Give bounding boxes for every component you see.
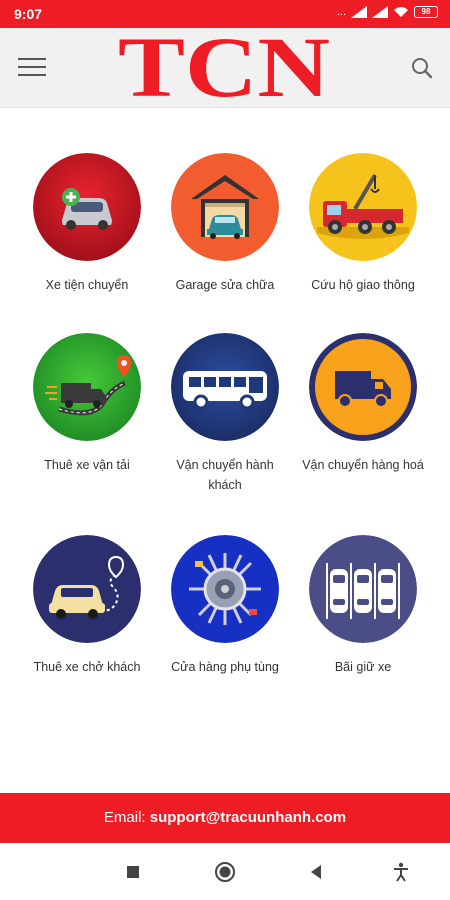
service-thue-xe-cho-khach[interactable]: Thuê xe chở khách <box>12 535 162 677</box>
search-icon[interactable] <box>410 56 434 80</box>
parking-lot-icon <box>309 535 417 643</box>
service-cua-hang-phu-tung[interactable]: Cửa hàng phụ tùng <box>150 535 300 677</box>
back-icon[interactable] <box>306 861 328 883</box>
service-label: Cứu hộ giao thông <box>311 278 415 292</box>
recent-apps-icon[interactable] <box>122 861 144 883</box>
signal-icon-2 <box>372 6 388 18</box>
service-label: Vận chuyển hành khách <box>176 458 274 492</box>
service-garage[interactable]: Garage sửa chữa <box>150 153 300 295</box>
service-label: Bãi giữ xe <box>334 660 392 674</box>
spare-parts-icon <box>171 535 279 643</box>
hamburger-menu-icon[interactable] <box>18 58 46 80</box>
service-label: Xe tiện chuyển <box>45 278 129 292</box>
wifi-icon <box>394 7 408 17</box>
email-link[interactable]: support@tracuunhanh.com <box>150 809 346 826</box>
service-label: Garage sửa chữa <box>175 278 275 292</box>
service-label: Thuê xe chở khách <box>33 660 141 674</box>
bus-icon <box>171 333 279 441</box>
garage-icon <box>171 153 279 261</box>
system-nav-bar <box>0 843 450 900</box>
status-icons: ... 98 <box>337 6 438 18</box>
status-bar: 9:07 ... 98 <box>0 0 450 28</box>
service-van-chuyen-hang-hoa[interactable]: Vận chuyển hàng hoá <box>288 333 438 475</box>
status-time: 9:07 <box>14 6 43 22</box>
signal-icon <box>351 6 367 18</box>
email-label: Email: <box>103 809 150 826</box>
home-icon[interactable] <box>214 861 236 883</box>
service-thue-xe-van-tai[interactable]: Thuê xe vận tải <box>12 333 162 475</box>
service-xe-tien-chuyen[interactable]: Xe tiện chuyển <box>12 153 162 295</box>
service-label: Vận chuyển hàng hoá <box>302 458 424 472</box>
accessibility-icon[interactable] <box>390 861 412 883</box>
delivery-truck-route-icon <box>33 333 141 441</box>
service-bai-giu-xe[interactable]: Bãi giữ xe <box>288 535 438 677</box>
cargo-truck-icon <box>309 333 417 441</box>
tow-truck-icon <box>309 153 417 261</box>
battery-icon: 98 <box>414 6 438 18</box>
contact-footer: Email: support@tracuunhanh.com <box>0 793 450 843</box>
service-cuu-ho[interactable]: Cứu hộ giao thông <box>288 153 438 295</box>
service-label: Thuê xe vận tải <box>44 458 130 472</box>
service-van-chuyen-hanh-khach[interactable]: Vận chuyển hành khách <box>150 333 300 495</box>
more-dots-icon: ... <box>336 6 346 18</box>
tcn-logo: TCN <box>118 30 330 102</box>
service-label: Cửa hàng phụ tùng <box>171 660 279 674</box>
taxi-route-icon <box>33 535 141 643</box>
svg-text:TCN: TCN <box>118 30 330 102</box>
app-bar: TCN <box>0 28 450 108</box>
car-plus-icon <box>33 153 141 261</box>
